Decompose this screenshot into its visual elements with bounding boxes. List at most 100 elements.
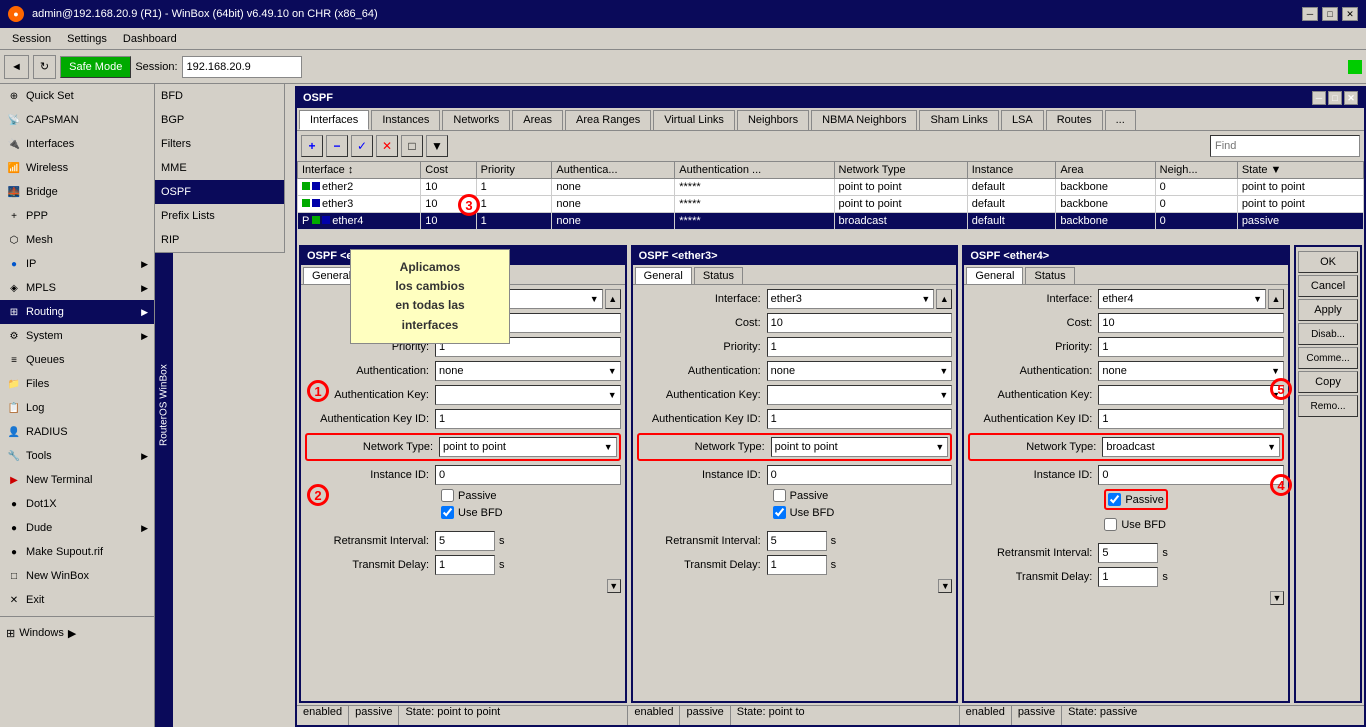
sidebar-item-radius[interactable]: 👤 RADIUS (0, 420, 154, 444)
submenu-item-ospf[interactable]: OSPF (155, 180, 284, 204)
close-button[interactable]: ✕ (1342, 7, 1358, 21)
ether2-nettype-select[interactable]: point to point ▼ (439, 437, 617, 457)
col-auth2[interactable]: Authentication ... (675, 162, 834, 179)
col-state[interactable]: State ▼ (1237, 162, 1363, 179)
ether4-usebfd-check[interactable]: Use BFD (1104, 518, 1284, 531)
ether3-authkey-select[interactable]: ▼ (767, 385, 953, 405)
tab-more[interactable]: ... (1105, 110, 1136, 130)
ether4-tab-general[interactable]: General (966, 267, 1023, 284)
ether4-interface-scroll-up[interactable]: ▲ (1268, 289, 1284, 309)
sidebar-item-windows[interactable]: ⊞ Windows ▶ (0, 621, 154, 645)
ether4-interface-select[interactable]: ether4 ▼ (1098, 289, 1266, 309)
ether4-transmitdelay-input[interactable] (1098, 567, 1158, 587)
ether3-authkeyid-input[interactable] (767, 409, 953, 429)
sidebar-item-routing[interactable]: ⊞ Routing ▶ (0, 300, 154, 324)
ospf-minimize-button[interactable]: ─ (1312, 91, 1326, 105)
sidebar-item-quickset[interactable]: ⊕ Quick Set (0, 84, 154, 108)
menu-settings[interactable]: Settings (59, 31, 115, 47)
col-neigh[interactable]: Neigh... (1155, 162, 1237, 179)
col-priority[interactable]: Priority (476, 162, 552, 179)
ospf-close-button[interactable]: ✕ (1344, 91, 1358, 105)
ether4-instanceid-input[interactable] (1098, 465, 1284, 485)
ether4-passive-checkbox[interactable] (1108, 493, 1121, 506)
ether3-tab-status[interactable]: Status (694, 267, 743, 284)
back-button[interactable]: ◄ (4, 55, 29, 79)
sidebar-item-interfaces[interactable]: 🔌 Interfaces (0, 132, 154, 156)
apply-button[interactable]: Apply (1298, 299, 1358, 321)
ether2-instanceid-input[interactable] (435, 465, 621, 485)
col-auth[interactable]: Authentica... (552, 162, 675, 179)
add-button[interactable]: + (301, 135, 323, 157)
ether3-priority-input[interactable] (767, 337, 953, 357)
safe-mode-button[interactable]: Safe Mode (60, 56, 131, 78)
col-interface[interactable]: Interface ↕ (298, 162, 421, 179)
ether2-authkeyid-input[interactable] (435, 409, 621, 429)
ether4-passive-check[interactable]: Passive (1104, 489, 1168, 510)
ospf-restore-button[interactable]: □ (1328, 91, 1342, 105)
cancel-button[interactable]: Cancel (1298, 275, 1358, 297)
ether3-usebfd-check[interactable]: Use BFD (773, 506, 953, 519)
sidebar-item-exit[interactable]: ✕ Exit (0, 588, 154, 612)
table-row[interactable]: ether2 101none***** point to pointdefaul… (298, 179, 1364, 196)
remove-btn[interactable]: Remo... (1298, 395, 1358, 417)
ether2-scroll-down[interactable]: ▼ (607, 579, 621, 593)
sidebar-item-makesupout[interactable]: ● Make Supout.rif (0, 540, 154, 564)
tab-networks[interactable]: Networks (442, 110, 510, 130)
ether2-authkey-select[interactable]: ▼ (435, 385, 621, 405)
submenu-item-prefixlists[interactable]: Prefix Lists (155, 204, 284, 228)
ether3-scroll-down[interactable]: ▼ (938, 579, 952, 593)
tab-routes[interactable]: Routes (1046, 110, 1103, 130)
menu-session[interactable]: Session (4, 31, 59, 47)
ether4-tab-status[interactable]: Status (1025, 267, 1074, 284)
ether3-interface-scroll-up[interactable]: ▲ (936, 289, 952, 309)
sidebar-item-newterminal[interactable]: ▶ New Terminal (0, 468, 154, 492)
tab-nbma-neighbors[interactable]: NBMA Neighbors (811, 110, 917, 130)
ok-button[interactable]: OK (1298, 251, 1358, 273)
ether3-transmitdelay-input[interactable] (767, 555, 827, 575)
sidebar-item-ip[interactable]: ● IP ▶ (0, 252, 154, 276)
session-input[interactable] (182, 56, 302, 78)
col-cost[interactable]: Cost (421, 162, 476, 179)
tab-areas[interactable]: Areas (512, 110, 563, 130)
ether2-transmitdelay-input[interactable] (435, 555, 495, 575)
ether3-retransmit-input[interactable] (767, 531, 827, 551)
col-network-type[interactable]: Network Type (834, 162, 967, 179)
cancel-edit-button[interactable]: ✕ (376, 135, 398, 157)
ospf-search-input[interactable] (1210, 135, 1360, 157)
ether3-usebfd-checkbox[interactable] (773, 506, 786, 519)
ether3-interface-select[interactable]: ether3 ▼ (767, 289, 935, 309)
sidebar-item-mpls[interactable]: ◈ MPLS ▶ (0, 276, 154, 300)
sidebar-item-dot1x[interactable]: ● Dot1X (0, 492, 154, 516)
disable-button[interactable]: Disab... (1298, 323, 1358, 345)
ether2-usebfd-checkbox[interactable] (441, 506, 454, 519)
tab-area-ranges[interactable]: Area Ranges (565, 110, 651, 130)
sidebar-item-log[interactable]: 📋 Log (0, 396, 154, 420)
ether4-authkey-select[interactable]: ▼ (1098, 385, 1284, 405)
sidebar-item-files[interactable]: 📁 Files (0, 372, 154, 396)
sidebar-item-system[interactable]: ⚙ System ▶ (0, 324, 154, 348)
ether3-auth-select[interactable]: none ▼ (767, 361, 953, 381)
sidebar-item-capsman[interactable]: 📡 CAPsMAN (0, 108, 154, 132)
menu-dashboard[interactable]: Dashboard (115, 31, 185, 47)
ether2-interface-scroll-up[interactable]: ▲ (605, 289, 621, 309)
submenu-item-rip[interactable]: RIP (155, 228, 284, 252)
tab-interfaces[interactable]: Interfaces (299, 110, 369, 130)
sidebar-item-dude[interactable]: ● Dude ▶ (0, 516, 154, 540)
sidebar-item-wireless[interactable]: 📶 Wireless (0, 156, 154, 180)
toggle-button[interactable]: □ (401, 135, 423, 157)
refresh-button[interactable]: ↻ (33, 55, 56, 79)
ether4-auth-select[interactable]: none ▼ (1098, 361, 1284, 381)
filter-button[interactable]: ▼ (426, 135, 448, 157)
comment-button[interactable]: Comme... (1298, 347, 1358, 369)
sidebar-item-mesh[interactable]: ⬡ Mesh (0, 228, 154, 252)
ether3-cost-input[interactable] (767, 313, 953, 333)
minimize-button[interactable]: ─ (1302, 7, 1318, 21)
ether4-usebfd-checkbox[interactable] (1104, 518, 1117, 531)
submenu-item-bgp[interactable]: BGP (155, 108, 284, 132)
remove-button[interactable]: − (326, 135, 348, 157)
table-row-selected[interactable]: P ether4 101none***** broadcastdefaultba… (298, 213, 1364, 230)
tab-neighbors[interactable]: Neighbors (737, 110, 809, 130)
col-area[interactable]: Area (1056, 162, 1155, 179)
ether4-priority-input[interactable] (1098, 337, 1284, 357)
submenu-item-bfd[interactable]: BFD (155, 84, 284, 108)
